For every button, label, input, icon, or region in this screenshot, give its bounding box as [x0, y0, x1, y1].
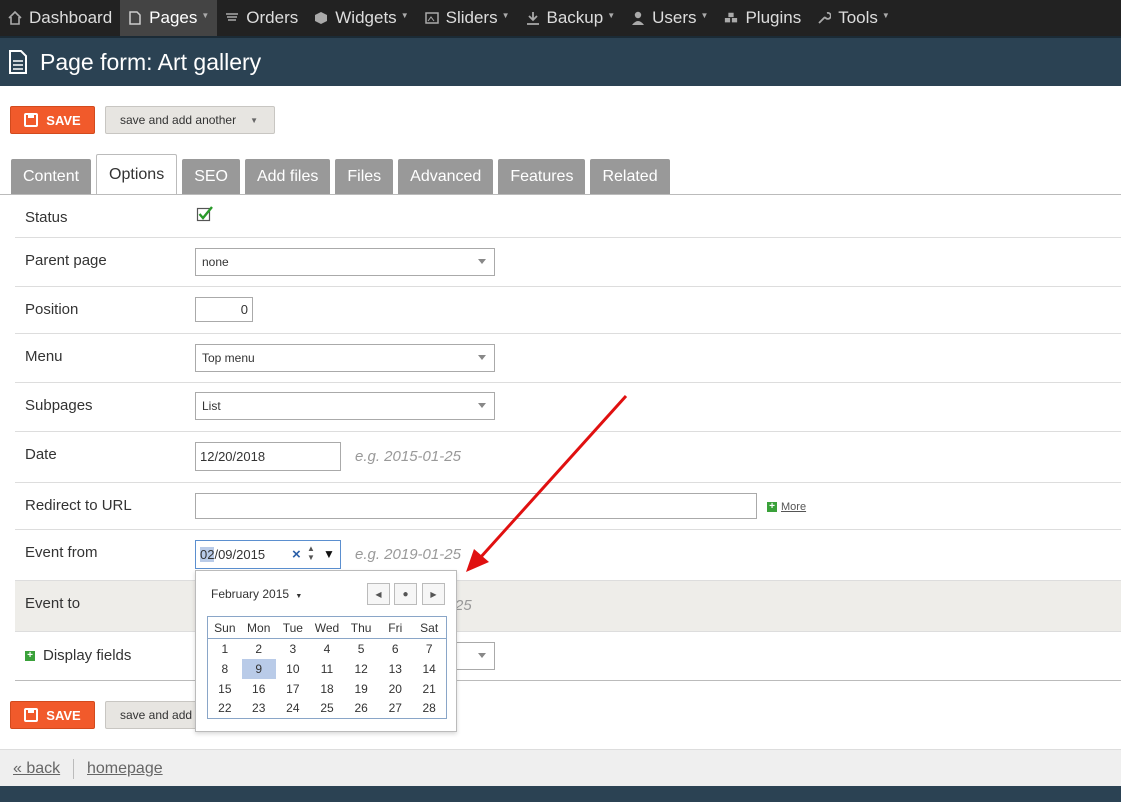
- footer: « back homepage: [0, 749, 1121, 786]
- annotation-arrow: [466, 394, 628, 572]
- bottom-bar: [0, 786, 1121, 802]
- homepage-link[interactable]: homepage: [87, 760, 163, 778]
- back-link[interactable]: « back: [13, 760, 60, 778]
- footer-divider: [73, 759, 74, 779]
